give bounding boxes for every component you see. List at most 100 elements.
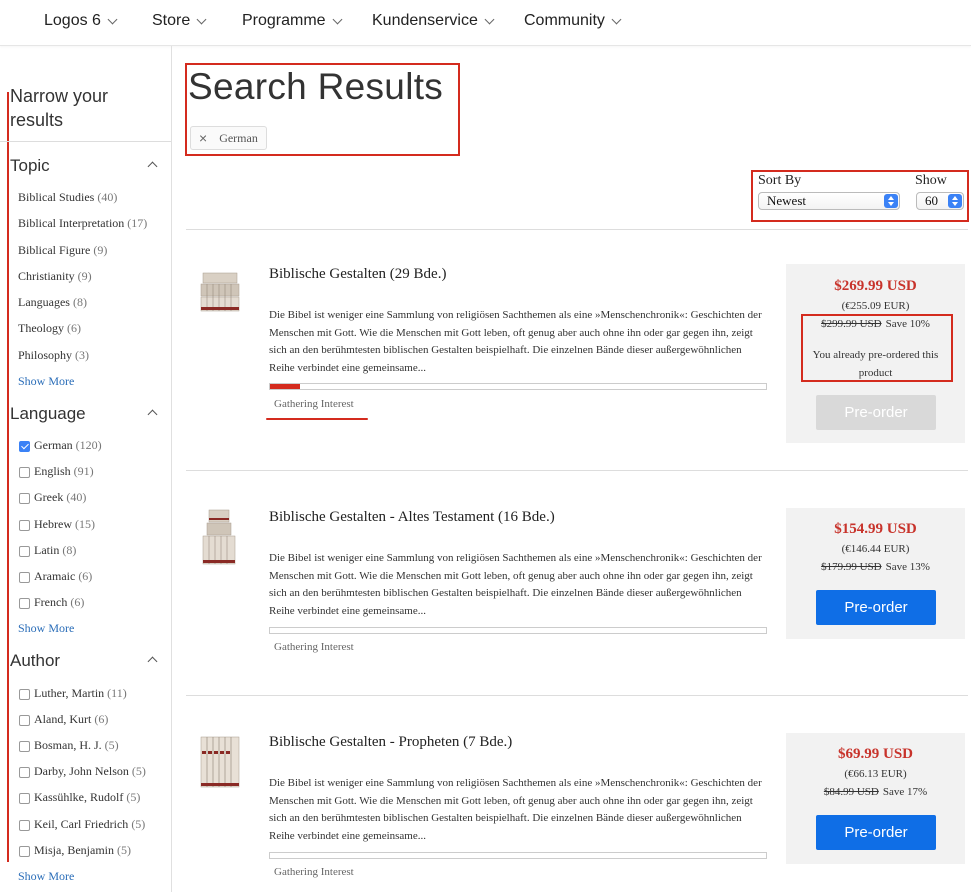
checkbox[interactable] [19, 793, 30, 804]
show-count-select[interactable]: 60 [916, 192, 964, 210]
checkbox[interactable] [19, 741, 30, 752]
select-arrows-icon [948, 194, 962, 208]
nav-store[interactable]: Store [152, 12, 207, 30]
facet-item-topic[interactable]: Christianity (9) [18, 269, 92, 284]
chevron-down-icon [196, 14, 207, 24]
facet-label: Aramaic [34, 569, 76, 583]
product-thumbnail[interactable] [199, 271, 241, 315]
checkbox[interactable] [19, 820, 30, 831]
checkbox[interactable] [19, 846, 30, 857]
chip-label: German [219, 130, 258, 145]
facet-item-topic[interactable]: Languages (8) [18, 295, 87, 310]
facet-item-author[interactable]: Luther, Martin (11) [19, 686, 127, 701]
facet-item-topic[interactable]: Theology (6) [18, 321, 81, 336]
interest-progress-bar [269, 383, 767, 390]
select-arrows-icon [884, 194, 898, 208]
facet-label: Biblical Interpretation [18, 216, 125, 230]
checkbox[interactable] [19, 493, 30, 504]
product-title[interactable]: Biblische Gestalten - Propheten (7 Bde.) [269, 734, 512, 751]
facet-label: Bosman, H. J. [34, 738, 102, 752]
facet-count: (6) [67, 321, 81, 335]
facet-item-language[interactable]: Latin (8) [19, 543, 76, 558]
chevron-down-icon [107, 14, 118, 24]
product-title[interactable]: Biblische Gestalten (29 Bde.) [269, 266, 446, 283]
price-eur: (€146.44 EUR) [841, 543, 910, 555]
annotation-underline [266, 418, 368, 420]
facet-item-language[interactable]: Greek (40) [19, 490, 86, 505]
show-more-language-link[interactable]: Show More [18, 621, 74, 636]
product-thumbnail[interactable] [199, 735, 241, 791]
facet-item-topic[interactable]: Philosophy (3) [18, 348, 89, 363]
show-more-author-link[interactable]: Show More [18, 869, 74, 884]
facet-label: German [34, 438, 73, 452]
divider [186, 470, 968, 471]
facet-item-language[interactable]: German (120) [19, 438, 102, 453]
facet-item-author[interactable]: Misja, Benjamin (5) [19, 843, 131, 858]
checkbox[interactable] [19, 520, 30, 531]
nav-logos6[interactable]: Logos 6 [44, 12, 118, 30]
product-title[interactable]: Biblische Gestalten - Altes Testament (1… [269, 509, 555, 526]
facet-title-topic: Topic [10, 156, 50, 175]
facet-label: Biblical Studies [18, 190, 95, 204]
nav-programme[interactable]: Programme [242, 12, 343, 30]
facet-count: (3) [75, 348, 90, 362]
annotation-line [7, 92, 9, 862]
price-panel: $154.99 USD (€146.44 EUR) $179.99 USD Sav… [786, 508, 965, 639]
facet-item-language[interactable]: Aramaic (6) [19, 569, 92, 584]
chevron-down-icon [611, 14, 622, 24]
facet-item-language[interactable]: Hebrew (15) [19, 517, 95, 532]
facet-count: (9) [77, 269, 92, 283]
list-price: $179.99 USD [821, 561, 882, 573]
facet-item-author[interactable]: Aland, Kurt (6) [19, 712, 108, 727]
status-label: Gathering Interest [274, 398, 354, 410]
facet-item-author[interactable]: Kassühlke, Rudolf (5) [19, 790, 140, 805]
facet-item-topic[interactable]: Biblical Figure (9) [18, 243, 107, 258]
checkbox[interactable] [19, 598, 30, 609]
facet-item-language[interactable]: English (91) [19, 464, 94, 479]
checkbox[interactable] [19, 715, 30, 726]
show-value: 60 [925, 193, 938, 208]
product-description: Die Bibel ist weniger eine Sammlung von … [269, 309, 762, 374]
show-label: Show [915, 173, 947, 188]
nav-kundenservice[interactable]: Kundenservice [372, 12, 495, 30]
checkbox[interactable] [19, 572, 30, 583]
checkbox[interactable] [19, 689, 30, 700]
preorder-button[interactable]: Pre-order [816, 590, 936, 625]
nav-label: Store [152, 12, 191, 29]
preorder-button[interactable]: Pre-order [816, 395, 936, 430]
show-more-topic-link[interactable]: Show More [18, 374, 74, 389]
narrow-heading: Narrow your results [10, 86, 109, 130]
sort-by-select[interactable]: Newest [758, 192, 900, 210]
facet-item-language[interactable]: French (6) [19, 595, 84, 610]
facet-item-author[interactable]: Darby, John Nelson (5) [19, 764, 146, 779]
checkbox[interactable] [19, 767, 30, 778]
nav-label: Kundenservice [372, 12, 478, 29]
divider [186, 229, 968, 230]
filter-chip-german[interactable]: × German [190, 126, 267, 150]
facet-item-author[interactable]: Keil, Carl Friedrich (5) [19, 817, 145, 832]
nav-community[interactable]: Community [524, 12, 622, 30]
preorder-button[interactable]: Pre-order [816, 815, 936, 850]
price-eur: (€255.09 EUR) [841, 300, 910, 312]
product-thumbnail[interactable] [201, 508, 237, 568]
nav-label: Programme [242, 12, 326, 29]
facet-item-topic[interactable]: Biblical Interpretation (17) [18, 216, 147, 231]
savings: $179.99 USD Save 13% [786, 561, 965, 573]
checkbox[interactable] [19, 467, 30, 478]
facet-label: Luther, Martin [34, 686, 105, 700]
facet-count: (6) [70, 595, 85, 609]
facet-label: Keil, Carl Friedrich [34, 817, 129, 831]
price-eur: (€66.13 EUR) [844, 768, 907, 780]
facet-item-author[interactable]: Bosman, H. J. (5) [19, 738, 119, 753]
facet-label: Misja, Benjamin [34, 843, 114, 857]
facet-label: Philosophy [18, 348, 73, 362]
facet-count: (11) [107, 686, 127, 700]
close-icon[interactable]: × [199, 130, 207, 146]
facet-label: Greek [34, 490, 64, 504]
facet-item-topic[interactable]: Biblical Studies (40) [18, 190, 117, 205]
top-nav: Logos 6 Store Programme Kundenservice Co… [0, 0, 971, 46]
checkbox-checked[interactable] [19, 441, 30, 452]
checkbox[interactable] [19, 546, 30, 557]
facet-count: (6) [94, 712, 109, 726]
annotation-box [801, 314, 953, 382]
